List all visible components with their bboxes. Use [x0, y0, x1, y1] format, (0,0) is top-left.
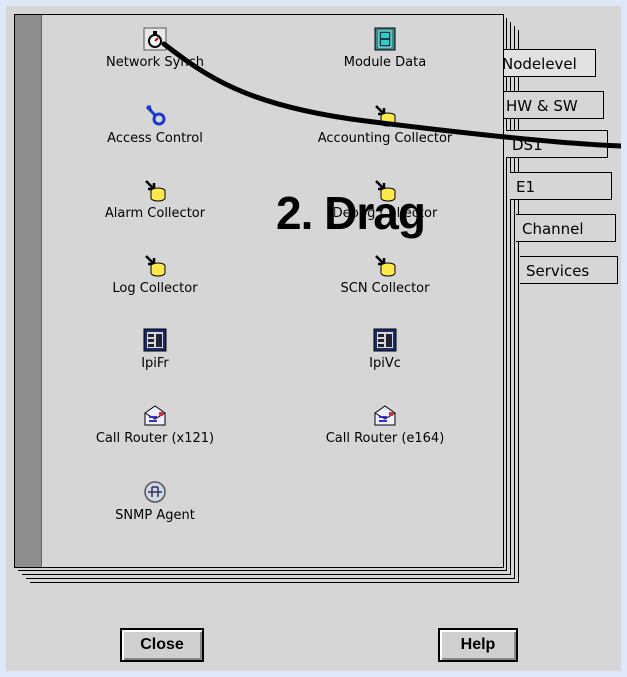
- tool-call-router-x121[interactable]: Call Router (x121): [70, 403, 240, 446]
- drag-annotation: 2. Drag: [276, 187, 426, 239]
- tool-network-synch[interactable]: Network Synch: [70, 27, 240, 70]
- tool-label: Call Router (x121): [95, 431, 215, 446]
- tool-label: IpiFr: [141, 356, 169, 371]
- tool-scn-collector[interactable]: SCN Collector: [300, 253, 470, 296]
- tool-ipivc[interactable]: IpiVc: [300, 328, 470, 371]
- help-button[interactable]: Help: [438, 628, 518, 662]
- tool-ipifr[interactable]: IpiFr: [70, 328, 240, 371]
- call-router-icon: [143, 403, 167, 427]
- tab-e1[interactable]: E1: [510, 172, 612, 200]
- nodelevel-page: Network Synch Module Data Access Control…: [14, 14, 504, 568]
- tool-label: Access Control: [107, 131, 203, 146]
- tool-accounting-collector[interactable]: Accounting Collector: [300, 103, 470, 146]
- tool-label: Network Synch: [106, 55, 204, 70]
- tool-label: Alarm Collector: [104, 206, 206, 221]
- tool-label: Log Collector: [112, 281, 198, 296]
- tab-ds1[interactable]: DS1: [506, 130, 608, 158]
- tab-services[interactable]: Services: [520, 256, 618, 284]
- call-router-icon: [373, 403, 397, 427]
- collector-icon: [143, 178, 167, 202]
- tool-label: Accounting Collector: [317, 131, 453, 146]
- stopwatch-icon: [143, 27, 167, 51]
- collector-icon: [373, 103, 397, 127]
- tab-hw-sw[interactable]: HW & SW: [500, 91, 604, 119]
- tool-label: SNMP Agent: [115, 508, 195, 523]
- module-data-icon: [373, 27, 397, 51]
- tool-call-router-e164[interactable]: Call Router (e164): [300, 403, 470, 446]
- collector-icon: [373, 253, 397, 277]
- snmp-agent-icon: [143, 480, 167, 504]
- tool-snmp-agent[interactable]: SNMP Agent: [70, 480, 240, 523]
- tool-label: IpiVc: [369, 356, 401, 371]
- tool-access-control[interactable]: Access Control: [70, 103, 240, 146]
- tab-channel[interactable]: Channel: [516, 214, 616, 242]
- config-window: Nodelevel HW & SW DS1 E1 Channel Service…: [6, 6, 621, 671]
- tool-log-collector[interactable]: Log Collector: [70, 253, 240, 296]
- tab-nodelevel[interactable]: Nodelevel: [496, 49, 596, 77]
- tool-label: Call Router (e164): [325, 431, 445, 446]
- collector-icon: [143, 253, 167, 277]
- grid-app-icon: [373, 328, 397, 352]
- tool-label: SCN Collector: [340, 281, 430, 296]
- tool-module-data[interactable]: Module Data: [300, 27, 470, 70]
- page-spine: [15, 15, 42, 567]
- grid-app-icon: [143, 328, 167, 352]
- tool-alarm-collector[interactable]: Alarm Collector: [70, 178, 240, 221]
- tool-label: Module Data: [343, 55, 427, 70]
- key-icon: [143, 103, 167, 127]
- close-button[interactable]: Close: [120, 628, 204, 662]
